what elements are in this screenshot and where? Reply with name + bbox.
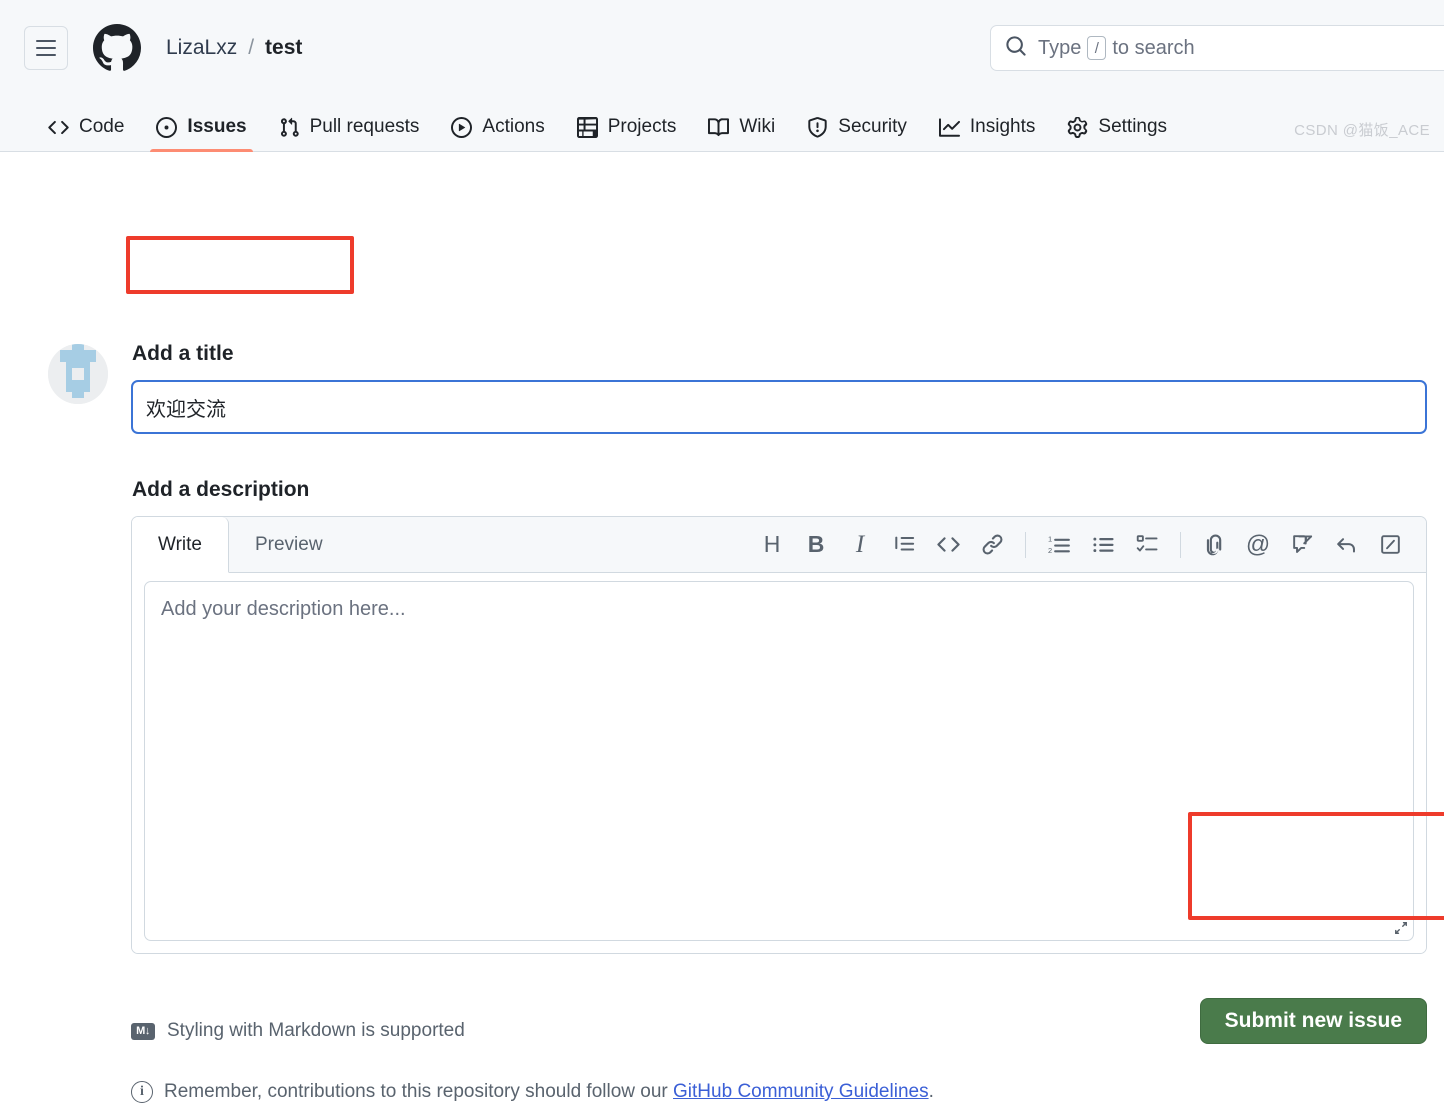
quote-icon[interactable] [882,523,926,567]
tab-label: Pull requests [309,116,420,137]
toolbar-divider [1180,531,1181,558]
tab-preview[interactable]: Preview [229,517,350,572]
breadcrumb-owner[interactable]: LizaLxz [166,36,237,60]
title-label: Add a title [132,342,234,365]
mention-icon[interactable]: @ [1236,523,1280,567]
task-list-icon[interactable] [1125,523,1169,567]
tab-projects[interactable]: Projects [561,116,693,151]
book-icon [708,117,730,138]
hamburger-line [36,47,56,49]
editor-body [132,573,1426,953]
issue-title-input[interactable] [131,380,1427,434]
github-community-guidelines-link[interactable]: GitHub Community Guidelines [673,1081,929,1102]
markdown-editor: Write Preview H B I 1 2 @ Add your descr… [131,516,1427,954]
unordered-list-icon[interactable] [1081,523,1125,567]
search-input[interactable]: Type / to search [990,25,1444,71]
breadcrumb-repo[interactable]: test [265,36,302,60]
hamburger-line [36,54,56,56]
search-icon [1005,35,1027,62]
play-icon [451,116,473,138]
avatar [48,344,108,404]
community-guidelines-note: i Remember, contributions to this reposi… [131,1081,934,1103]
search-placeholder-before: Type [1038,36,1082,59]
tab-label: Insights [969,116,1036,137]
issue-opened-icon [156,116,178,138]
tab-label: Code [79,116,125,137]
markdown-support-note: M↓ Styling with Markdown is supported [131,1020,465,1042]
bold-icon[interactable]: B [794,523,838,567]
code-icon [48,117,69,138]
editor-toolbar: H B I 1 2 @ [750,517,1426,572]
tab-issues[interactable]: Issues [140,116,262,152]
toolbar-divider [1025,531,1026,558]
svg-text:2: 2 [1048,546,1052,555]
search-slash-key: / [1087,36,1107,60]
tab-label: Projects [607,116,677,137]
tab-code[interactable]: Code [32,116,140,151]
graph-icon [938,117,960,138]
tab-label: Security [838,116,907,137]
issue-fields: Add a title Add a description Write Prev… [131,342,1427,954]
markdown-note-text: Styling with Markdown is supported [167,1020,465,1041]
watermark: CSDN @猫饭_ACE [1294,122,1430,139]
tab-write[interactable]: Write [132,517,229,573]
tab-label: Wiki [739,116,776,137]
tab-label: Settings [1098,116,1168,137]
submit-new-issue-button[interactable]: Submit new issue [1199,998,1427,1044]
guidelines-text-before: Remember, contributions to this reposito… [164,1081,674,1102]
git-pull-request-icon [279,117,300,138]
tab-insights[interactable]: Insights [923,116,1051,151]
attach-file-icon[interactable] [1192,523,1236,567]
heading-icon[interactable]: H [750,523,794,567]
issue-description-textarea[interactable] [144,581,1414,941]
link-icon[interactable] [970,523,1014,567]
top-header: LizaLxz / test Type / to search [0,0,1444,96]
tab-wiki[interactable]: Wiki [692,116,791,151]
slash-command-icon[interactable] [1368,523,1412,567]
guidelines-text: Remember, contributions to this reposito… [164,1081,934,1103]
shield-icon [807,116,828,138]
breadcrumb: LizaLxz / test [166,36,302,60]
tab-label: Issues [187,116,247,137]
search-placeholder-after: to search [1112,36,1195,59]
code-icon[interactable] [926,523,970,567]
tab-label: Actions [482,116,545,137]
hamburger-menu-button[interactable] [24,26,68,70]
hamburger-line [36,40,56,42]
gear-icon [1067,116,1088,138]
svg-text:1: 1 [1048,535,1052,544]
repo-nav: Code Issues Pull requests Actions Projec… [0,96,1444,152]
italic-icon[interactable]: I [838,523,882,567]
tab-security[interactable]: Security [791,116,923,151]
editor-header: Write Preview H B I 1 2 @ [132,517,1426,573]
breadcrumb-separator: / [248,36,255,59]
tab-pull-requests[interactable]: Pull requests [263,116,436,151]
tab-actions[interactable]: Actions [435,116,560,151]
guidelines-text-after: . [928,1081,934,1102]
info-icon: i [131,1081,153,1103]
table-icon [576,116,598,138]
description-label: Add a description [132,478,310,501]
github-logo-icon[interactable] [93,24,141,72]
reference-icon[interactable] [1324,523,1368,567]
search-placeholder: Type / to search [1038,36,1195,60]
ordered-list-icon[interactable]: 1 2 [1037,523,1081,567]
annotation-box-title [126,236,354,294]
saved-replies-icon[interactable] [1280,523,1324,567]
editor-tabs: Write Preview [132,517,350,573]
markdown-icon: M↓ [131,1022,155,1040]
tab-settings[interactable]: Settings [1051,116,1183,151]
